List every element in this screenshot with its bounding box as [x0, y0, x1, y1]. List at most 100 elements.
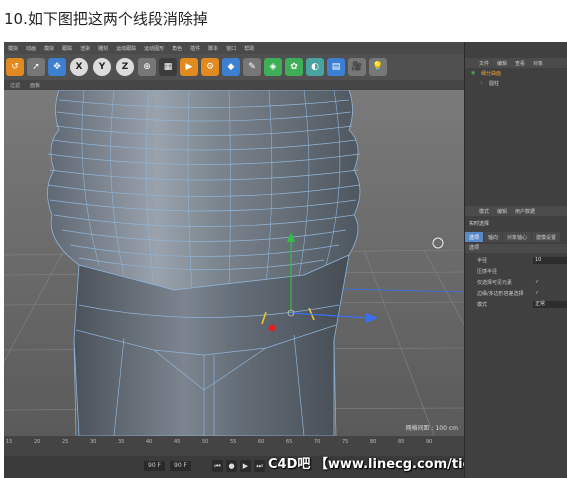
subdivision-icon[interactable]: ◈: [264, 58, 282, 76]
timeline-tick: 60: [258, 439, 265, 445]
timeline-tick: 75: [342, 439, 349, 445]
attr-row: 模式 正常: [477, 301, 567, 309]
timeline-tick: 80: [370, 439, 377, 445]
attr-tab-modeling[interactable]: 建模设置: [532, 232, 561, 242]
cylinder-object-icon: ⊥: [479, 80, 484, 86]
menu-item[interactable]: 动画: [26, 45, 36, 52]
play-icon[interactable]: ▶: [240, 460, 251, 472]
start-frame-field[interactable]: 90 F: [144, 461, 165, 471]
object-menu-item[interactable]: 编辑: [497, 60, 507, 67]
timeline-tick: 15: [6, 439, 13, 445]
pen-icon[interactable]: ✎: [243, 58, 261, 76]
tolerance-checkbox[interactable]: ✓: [535, 290, 539, 296]
select-arrow-icon[interactable]: ➚: [27, 58, 45, 76]
z-axis-button[interactable]: Z: [115, 57, 135, 77]
object-menu-item[interactable]: 查看: [515, 60, 525, 67]
go-end-icon[interactable]: ⏭: [254, 460, 265, 472]
object-menu-item[interactable]: 对象: [533, 60, 543, 67]
attribute-manager-menu: 模式 编辑 用户数据: [465, 206, 567, 216]
object-name: 圆柱: [489, 81, 500, 87]
viewport-tab[interactable]: 过滤: [10, 82, 20, 89]
menu-item[interactable]: 运动跟踪: [116, 45, 136, 52]
timeline-tick: 90: [426, 439, 433, 445]
array-icon[interactable]: ✿: [285, 58, 303, 76]
menu-item[interactable]: 模拟: [44, 45, 54, 52]
caption: 10.如下图把这两个线段消除掉: [4, 10, 208, 28]
attribute-tabs: 选项 轴向 对象轴心 建模设置: [465, 232, 567, 242]
menu-item[interactable]: 窗口: [226, 45, 236, 52]
cube-icon[interactable]: ◆: [222, 58, 240, 76]
mode-select[interactable]: 正常: [533, 301, 567, 308]
y-axis-button[interactable]: Y: [92, 57, 112, 77]
menu-item[interactable]: 脚本: [208, 45, 218, 52]
grid-spacing-status: 网格间距 : 100 cm: [405, 425, 458, 432]
timeline-tick: 85: [398, 439, 405, 445]
coordinate-icon[interactable]: ⊕: [138, 58, 156, 76]
attr-label: 仅选择可见元素: [477, 280, 513, 286]
attr-section-title: 选项: [465, 244, 567, 253]
undo-icon[interactable]: ↺: [6, 58, 24, 76]
viewport-tab[interactable]: 面板: [30, 82, 40, 89]
attr-tab-axis[interactable]: 轴向: [484, 232, 503, 242]
right-panels: 文件 编辑 查看 对象 ◉ 细分曲面 ⊥ 圆柱 模式 编辑 用户数据 实时选择 …: [464, 42, 567, 478]
timeline-tick: 30: [90, 439, 97, 445]
menu-item[interactable]: 雕刻: [98, 45, 108, 52]
attr-menu-item[interactable]: 模式: [479, 208, 489, 215]
main-toolbar: ↺ ➚ ✥ X Y Z ⊕ ▦ ▶ ⚙ ◆ ✎ ◈ ✿ ◐ ▤ 🎥 💡: [4, 54, 466, 80]
timeline-tick: 65: [286, 439, 293, 445]
timeline-tick: 20: [34, 439, 41, 445]
menu-item[interactable]: 跟踪: [62, 45, 72, 52]
viewport-header: 过滤 面板: [4, 80, 470, 90]
attr-tab-options[interactable]: 选项: [465, 232, 484, 242]
object-row[interactable]: ⊥ 圆柱: [465, 80, 567, 89]
attr-menu-item[interactable]: 编辑: [497, 208, 507, 215]
3d-viewport[interactable]: 网格间距 : 100 cm: [4, 90, 464, 436]
visible-only-checkbox[interactable]: ✓: [535, 279, 539, 285]
attr-row: 压感半径: [477, 268, 567, 276]
object-manager-menu: 文件 编辑 查看 对象: [465, 58, 567, 68]
menu-item[interactable]: 渲染: [80, 45, 90, 52]
timeline-tick: 40: [146, 439, 153, 445]
menu-item[interactable]: 模拟: [8, 45, 18, 52]
menu-item[interactable]: 运动图形: [144, 45, 164, 52]
attr-menu-item[interactable]: 用户数据: [515, 208, 535, 215]
timeline-tick: 55: [230, 439, 237, 445]
c4d-window: 模拟 动画 模拟 跟踪 渲染 雕刻 运动跟踪 运动图形 角色 插件 脚本 窗口 …: [4, 42, 567, 478]
attr-row: 半径 10: [477, 257, 567, 265]
deformer-icon[interactable]: ◐: [306, 58, 324, 76]
x-axis-button[interactable]: X: [69, 57, 89, 77]
timeline-tick: 50: [202, 439, 209, 445]
attr-label: 模式: [477, 302, 488, 308]
tool-title: 实时选择: [469, 221, 490, 227]
object-row[interactable]: ◉ 细分曲面: [465, 70, 567, 79]
camera-icon[interactable]: 🎥: [348, 58, 366, 76]
timeline-tick: 45: [174, 439, 181, 445]
go-start-icon[interactable]: ⏮: [212, 460, 223, 472]
attr-tab-pivot[interactable]: 对象轴心: [503, 232, 532, 242]
attr-label: 压感半径: [477, 269, 498, 275]
menu-item[interactable]: 角色: [172, 45, 182, 52]
menu-item[interactable]: 插件: [190, 45, 200, 52]
viewport-scene: [4, 90, 464, 436]
render-settings-icon[interactable]: ⚙: [201, 58, 219, 76]
object-name: 细分曲面: [481, 71, 502, 77]
timeline-tick: 35: [118, 439, 125, 445]
attr-row: 仅选择可见元素 ✓: [477, 279, 567, 287]
menu-item[interactable]: 帮助: [244, 45, 254, 52]
timeline-tick: 70: [314, 439, 321, 445]
scene-icon[interactable]: ▤: [327, 58, 345, 76]
record-icon[interactable]: ●: [226, 460, 237, 472]
render-view-icon[interactable]: ▶: [180, 58, 198, 76]
timeline-tick: 25: [62, 439, 69, 445]
end-frame-field[interactable]: 90 F: [170, 461, 191, 471]
subdivision-object-icon: ◉: [471, 70, 476, 76]
attr-row: 边缘/多边形容差选择 ✓: [477, 290, 567, 298]
menu-bar: 模拟 动画 模拟 跟踪 渲染 雕刻 运动跟踪 运动图形 角色 插件 脚本 窗口 …: [4, 42, 468, 54]
render-region-icon[interactable]: ▦: [159, 58, 177, 76]
attr-label: 半径: [477, 258, 488, 264]
attr-label: 边缘/多边形容差选择: [477, 291, 524, 297]
object-menu-item[interactable]: 文件: [479, 60, 489, 67]
light-icon[interactable]: 💡: [369, 58, 387, 76]
radius-field[interactable]: 10: [533, 257, 567, 264]
move-icon[interactable]: ✥: [48, 58, 66, 76]
